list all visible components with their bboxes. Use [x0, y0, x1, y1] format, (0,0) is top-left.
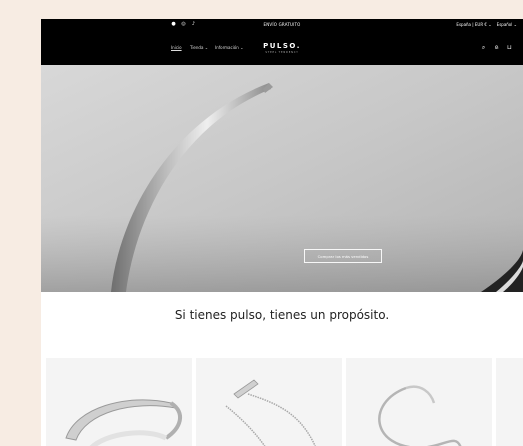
region-selector[interactable]: España | EUR € ⌄ — [456, 22, 491, 27]
announcement-text: ENVÍO GRATUITO — [263, 22, 301, 27]
search-icon[interactable]: ⌕ — [480, 44, 487, 51]
product-card[interactable] — [46, 358, 192, 446]
site-header: Inicio Tienda ⌄ Información ⌄ PULSO. STE… — [41, 30, 523, 65]
product-card[interactable] — [346, 358, 492, 446]
hero-bracelet-image — [41, 65, 523, 292]
product-card[interactable] — [196, 358, 342, 446]
chain-bracelet-image — [225, 379, 316, 446]
product-card[interactable] — [496, 358, 523, 446]
locale-selectors: España | EUR € ⌄ Español ⌄ — [456, 21, 517, 28]
hero-banner: Comprar los más vendidos — [41, 65, 523, 292]
shop-bestsellers-button[interactable]: Comprar los más vendidos — [304, 249, 382, 263]
brand-tagline: Si tienes pulso, tienes un propósito. — [174, 308, 390, 322]
announcement-bar: ● ◎ ♪ ENVÍO GRATUITO España | EUR € ⌄ Es… — [41, 19, 523, 30]
logo[interactable]: PULSO. — [41, 42, 523, 50]
account-icon[interactable]: ⍝ — [493, 44, 500, 51]
store-page: ● ◎ ♪ ENVÍO GRATUITO España | EUR € ⌄ Es… — [41, 19, 523, 446]
language-selector[interactable]: Español ⌄ — [497, 22, 517, 27]
logo-subtitle: STEEL TENDENCY — [265, 51, 299, 54]
snake-necklace-image — [378, 385, 462, 446]
cuff-bracelet-image — [65, 399, 182, 446]
cart-icon[interactable]: ⊔ — [506, 44, 513, 51]
